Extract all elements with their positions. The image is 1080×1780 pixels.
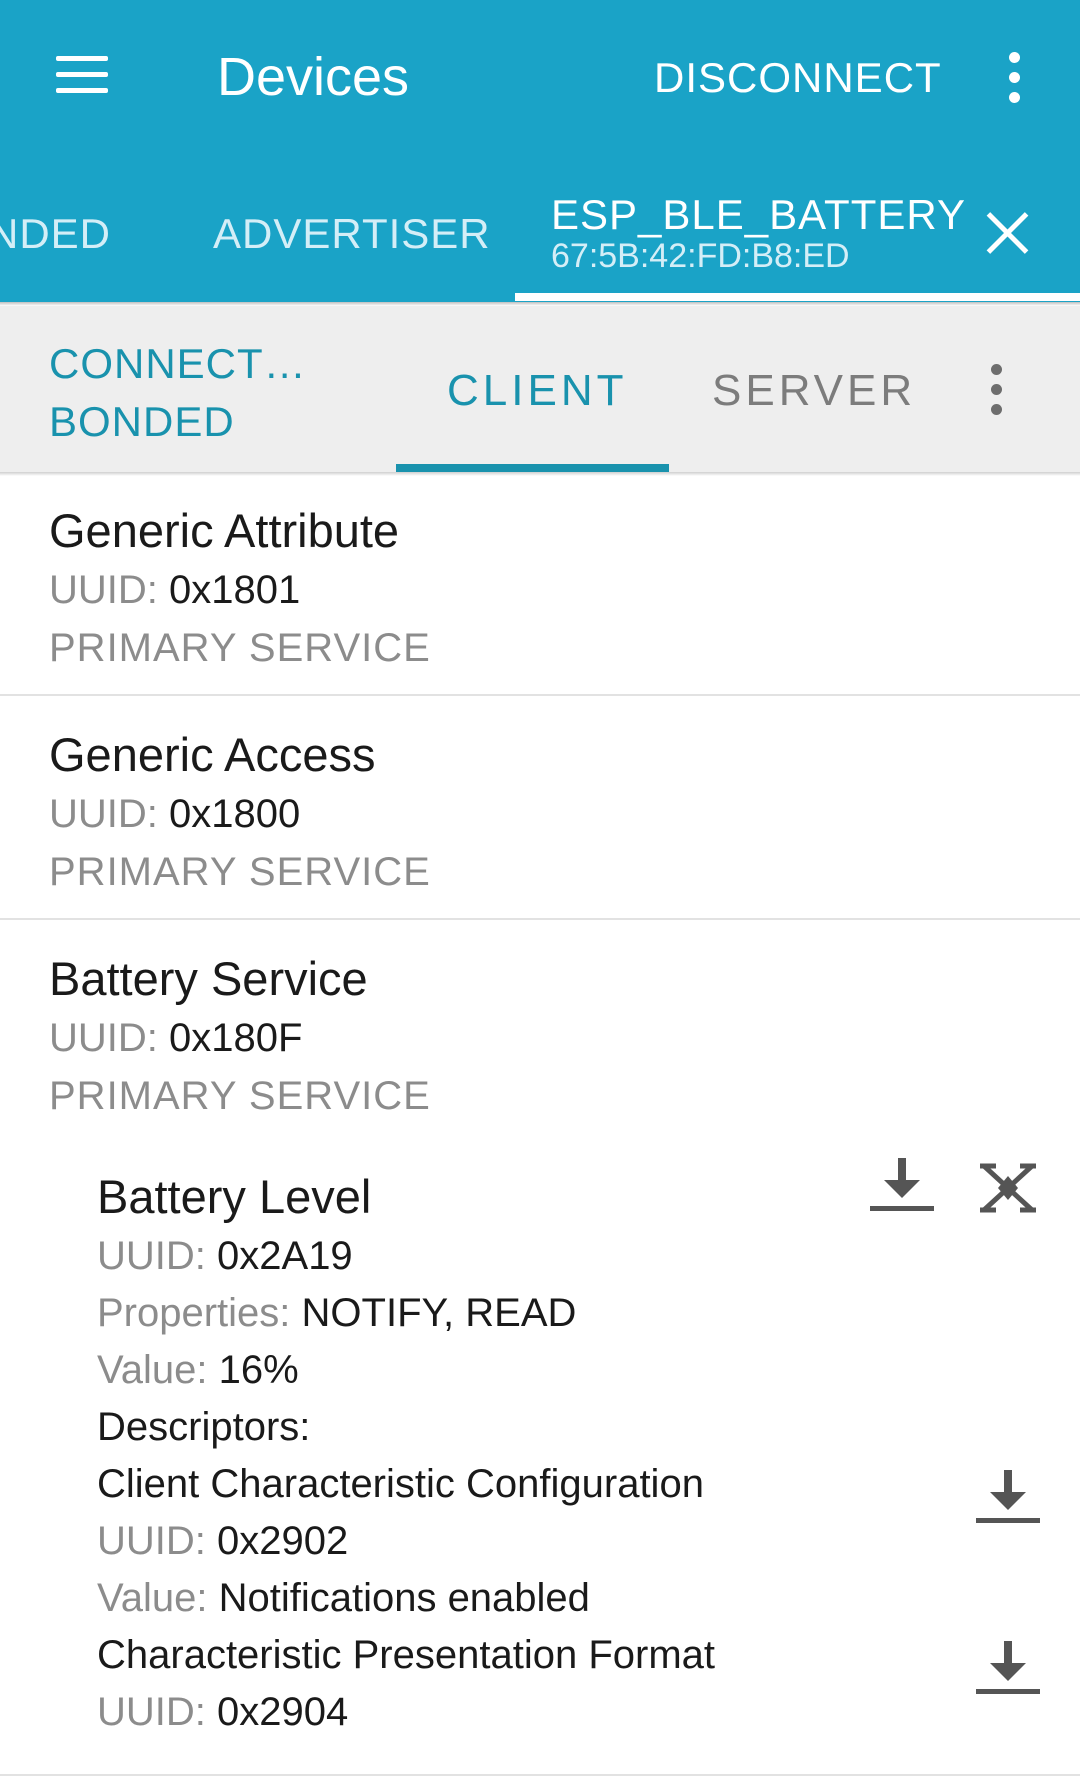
characteristic-uuid-line: UUID: 0x2A19: [97, 1234, 353, 1279]
service-type: PRIMARY SERVICE: [49, 850, 431, 894]
divider: [0, 918, 1080, 920]
descriptor-value: Notifications enabled: [218, 1576, 590, 1620]
tab-advertiser[interactable]: ADVERTISER: [213, 210, 491, 258]
service-uuid: 0x1801: [169, 568, 301, 612]
characteristic-value-line: Value: 16%: [97, 1348, 299, 1393]
tab-bonded[interactable]: NDED: [0, 210, 111, 258]
properties-label: Properties:: [97, 1291, 291, 1335]
value-label: Value:: [97, 1348, 208, 1392]
divider: [0, 694, 1080, 696]
uuid-label: UUID:: [49, 1016, 158, 1060]
connection-status: CONNECT…: [49, 340, 307, 387]
close-icon[interactable]: [985, 210, 1031, 256]
hamburger-menu-icon[interactable]: [52, 52, 112, 100]
service-uuid-line: UUID: 0x1800: [49, 792, 300, 837]
service-uuid-line: UUID: 0x180F: [49, 1016, 302, 1061]
descriptor-value-line: Value: Notifications enabled: [97, 1576, 590, 1621]
characteristic-properties: NOTIFY, READ: [301, 1291, 577, 1335]
descriptor-name[interactable]: Characteristic Presentation Format: [97, 1633, 715, 1678]
descriptor-uuid: 0x2902: [217, 1519, 349, 1563]
more-vert-icon[interactable]: [982, 360, 1012, 420]
descriptor-name[interactable]: Client Characteristic Configuration: [97, 1462, 704, 1507]
tab-indicator: [515, 293, 1080, 301]
download-icon[interactable]: [976, 1470, 1040, 1526]
divider: [0, 1774, 1080, 1776]
download-icon[interactable]: [870, 1158, 934, 1214]
characteristic-value: 16%: [218, 1348, 299, 1392]
characteristic-name[interactable]: Battery Level: [97, 1169, 371, 1224]
client-tab-indicator: [396, 464, 669, 472]
value-label: Value:: [97, 1576, 208, 1620]
descriptors-heading: Descriptors:: [97, 1405, 311, 1449]
notifications-off-icon[interactable]: [976, 1160, 1040, 1216]
descriptor-uuid-line: UUID: 0x2904: [97, 1690, 348, 1735]
tab-server[interactable]: SERVER: [712, 366, 916, 416]
service-uuid-line: UUID: 0x1801: [49, 568, 300, 613]
uuid-label: UUID:: [49, 792, 158, 836]
characteristic-uuid: 0x2A19: [217, 1234, 353, 1278]
bond-status: BONDED: [49, 398, 235, 445]
characteristic-properties-line: Properties: NOTIFY, READ: [97, 1291, 576, 1336]
tab-device[interactable]: ESP_BLE_BATTERY 67:5B:42:FD:B8:ED: [551, 192, 966, 276]
device-address: 67:5B:42:FD:B8:ED: [551, 237, 850, 275]
descriptor-uuid-line: UUID: 0x2902: [97, 1519, 348, 1564]
service-name[interactable]: Generic Attribute: [49, 503, 399, 558]
disconnect-button[interactable]: DISCONNECT: [654, 54, 942, 102]
tab-client[interactable]: CLIENT: [447, 366, 627, 416]
uuid-label: UUID:: [49, 568, 158, 612]
page-title: Devices: [217, 47, 410, 107]
device-name: ESP_BLE_BATTERY: [551, 191, 966, 238]
service-name[interactable]: Generic Access: [49, 727, 376, 782]
more-vert-icon[interactable]: [1000, 48, 1030, 108]
uuid-label: UUID:: [97, 1690, 206, 1734]
service-uuid: 0x1800: [169, 792, 301, 836]
service-name[interactable]: Battery Service: [49, 951, 368, 1006]
connection-bar-shadow: [0, 472, 1080, 476]
download-icon[interactable]: [976, 1641, 1040, 1697]
service-uuid: 0x180F: [169, 1016, 303, 1060]
descriptor-uuid: 0x2904: [217, 1690, 349, 1734]
service-type: PRIMARY SERVICE: [49, 1074, 431, 1118]
service-type: PRIMARY SERVICE: [49, 626, 431, 670]
uuid-label: UUID:: [97, 1234, 206, 1278]
uuid-label: UUID:: [97, 1519, 206, 1563]
